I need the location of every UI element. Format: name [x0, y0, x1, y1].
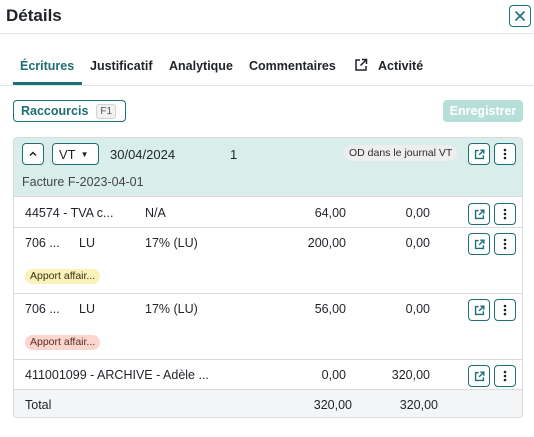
totals-debit: 320,00: [313, 398, 352, 412]
entry-line: 706 ... LU 17% (LU) 200,00 0,00 Apport a…: [14, 228, 522, 294]
tab-ecritures[interactable]: Écritures: [20, 59, 74, 73]
open-line-button[interactable]: [468, 203, 490, 225]
chevron-up-icon: [29, 151, 37, 157]
close-icon: [515, 11, 525, 21]
open-line-button[interactable]: [468, 299, 490, 321]
entry-menu-button[interactable]: [494, 143, 516, 165]
external-link-icon: [474, 208, 485, 219]
caret-down-icon: ▼: [80, 149, 89, 159]
line-credit[interactable]: 0,00: [358, 302, 430, 316]
line-credit[interactable]: 320,00: [358, 368, 430, 382]
shortcut-key-badge: F1: [96, 103, 117, 119]
line-debit[interactable]: 0,00: [274, 368, 346, 382]
more-vertical-icon: [503, 304, 507, 316]
open-entry-button[interactable]: [468, 143, 490, 165]
panel-header: Détails: [0, 0, 534, 34]
entry-card: VT ▼ 30/04/2024 1 OD dans le journal VT …: [13, 137, 523, 418]
entry-date[interactable]: 30/04/2024: [110, 147, 175, 162]
external-link-icon: [474, 370, 485, 381]
tab-justificatif[interactable]: Justificatif: [90, 59, 153, 73]
journal-select[interactable]: VT ▼: [52, 143, 99, 165]
line-menu-button[interactable]: [494, 365, 516, 387]
panel-title: Détails: [6, 6, 62, 25]
entry-number: 1: [230, 147, 238, 162]
line-credit[interactable]: 0,00: [358, 206, 430, 220]
save-button[interactable]: Enregistrer: [443, 100, 523, 122]
totals-credit: 320,00: [399, 398, 438, 412]
line-debit[interactable]: 200,00: [274, 236, 346, 250]
analytic-tag[interactable]: Apport affair...: [25, 269, 101, 284]
line-account[interactable]: 706 ...: [25, 302, 60, 316]
tab-commentaires[interactable]: Commentaires: [249, 59, 336, 73]
external-link-icon: [474, 148, 485, 159]
line-tax[interactable]: N/A: [145, 206, 166, 220]
journal-badge: OD dans le journal VT: [344, 145, 458, 161]
more-vertical-icon: [503, 370, 507, 382]
open-line-button[interactable]: [468, 365, 490, 387]
more-vertical-icon: [503, 148, 507, 160]
totals-label: Total: [25, 398, 52, 412]
line-account[interactable]: 44574 - TVA c...: [25, 206, 113, 220]
tab-analytique[interactable]: Analytique: [169, 59, 233, 73]
line-account[interactable]: 411001099 - ARCHIVE - Adèle ...: [25, 368, 209, 382]
totals-row: Total 320,00 320,00: [14, 390, 522, 417]
line-tax[interactable]: 17% (LU): [145, 302, 198, 316]
entry-line: 44574 - TVA c... N/A 64,00 0,00: [14, 198, 522, 228]
line-credit[interactable]: 0,00: [358, 236, 430, 250]
more-vertical-icon: [503, 238, 507, 250]
close-button[interactable]: [509, 5, 531, 27]
collapse-button[interactable]: [22, 143, 44, 165]
external-link-icon[interactable]: [354, 58, 368, 72]
line-auxiliary[interactable]: LU: [79, 302, 95, 316]
entry-line: 706 ... LU 17% (LU) 56,00 0,00 Apport af…: [14, 294, 522, 360]
entry-header: VT ▼ 30/04/2024 1 OD dans le journal VT …: [14, 138, 522, 197]
line-menu-button[interactable]: [494, 203, 516, 225]
shortcuts-button[interactable]: Raccourcis F1: [13, 100, 126, 122]
line-auxiliary[interactable]: LU: [79, 236, 95, 250]
more-vertical-icon: [503, 208, 507, 220]
tab-bar: Écritures Justificatif Analytique Commen…: [0, 50, 534, 86]
line-account[interactable]: 706 ...: [25, 236, 60, 250]
line-menu-button[interactable]: [494, 233, 516, 255]
external-link-icon: [474, 238, 485, 249]
tab-activite[interactable]: Activité: [378, 59, 423, 73]
line-debit[interactable]: 56,00: [274, 302, 346, 316]
entry-line: 411001099 - ARCHIVE - Adèle ... 0,00 320…: [14, 360, 522, 390]
open-line-button[interactable]: [468, 233, 490, 255]
journal-value: VT: [59, 146, 76, 162]
shortcuts-label: Raccourcis: [21, 104, 89, 118]
line-tax[interactable]: 17% (LU): [145, 236, 198, 250]
active-tab-indicator: [13, 82, 82, 85]
line-debit[interactable]: 64,00: [274, 206, 346, 220]
analytic-tag[interactable]: Apport affair...: [25, 335, 101, 350]
external-link-icon: [474, 304, 485, 315]
entry-label: Facture F-2023-04-01: [22, 175, 144, 189]
line-menu-button[interactable]: [494, 299, 516, 321]
